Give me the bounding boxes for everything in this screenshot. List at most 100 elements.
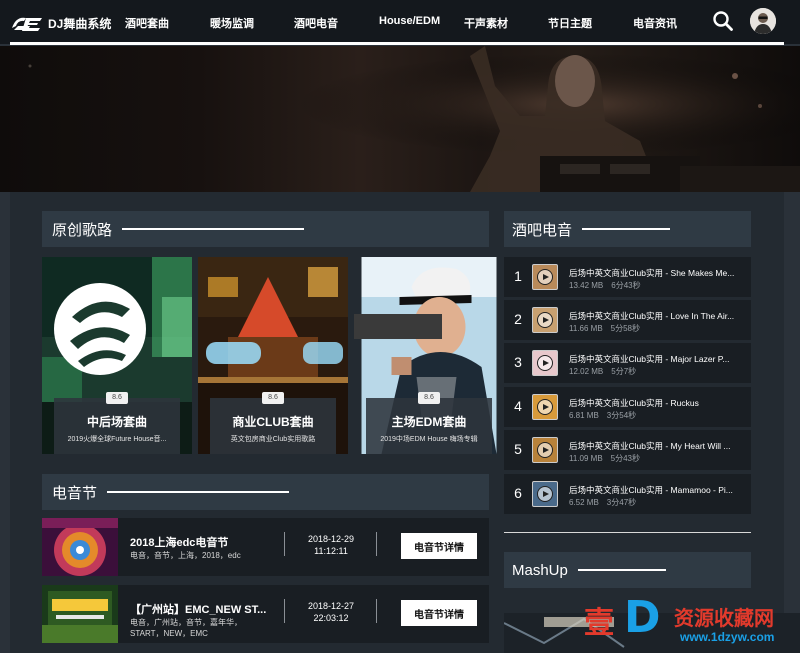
festival-thumbnail[interactable] — [42, 585, 118, 643]
festival-datetime: 2018-12-29 11:12:11 — [296, 533, 366, 557]
play-icon[interactable] — [537, 269, 553, 285]
track-meta: 11.09 MB 5分43秒 — [569, 453, 640, 464]
play-icon[interactable] — [537, 486, 553, 502]
track-cover — [532, 394, 558, 420]
festival-details-button[interactable]: 电音节详情 — [401, 600, 477, 626]
track-size: 13.42 MB — [569, 281, 604, 290]
track-meta: 6.52 MB 3分47秒 — [569, 497, 636, 508]
track-number: 4 — [514, 398, 522, 414]
track-cover — [532, 264, 558, 290]
card-original-1[interactable]: 8.6 中后场套曲 2019火爆全球Future House音... — [42, 257, 192, 454]
festival-time: 22:03:12 — [313, 613, 349, 623]
track-row[interactable]: 5 后场中英文商业Club实用 - My Heart Will ... 11.0… — [504, 430, 751, 470]
festival-time: 11:12:11 — [314, 546, 348, 556]
section-title-line — [582, 228, 671, 230]
logo-text: DJ舞曲系统 — [48, 16, 112, 31]
section-header-mashup: MashUp — [504, 552, 751, 588]
divider — [284, 599, 285, 623]
track-size: 6.52 MB — [569, 498, 599, 507]
card-score-badge: 8.6 — [262, 392, 284, 404]
track-title[interactable]: 后场中英文商业Club实用 - She Makes Me... — [569, 267, 745, 279]
track-row[interactable]: 6 后场中英文商业Club实用 - Mamamoo - Pi... 6.52 M… — [504, 474, 751, 514]
track-duration: 5分58秒 — [610, 324, 641, 333]
track-row[interactable]: 1 后场中英文商业Club实用 - She Makes Me... 13.42 … — [504, 257, 751, 297]
track-size: 11.66 MB — [569, 324, 603, 333]
track-meta: 13.42 MB 6分43秒 — [569, 280, 641, 291]
watermark-letter: D — [624, 592, 661, 643]
track-number: 5 — [514, 441, 522, 457]
card-title: 主场EDM套曲 — [391, 415, 467, 429]
festival-date: 2018-12-27 — [307, 601, 355, 611]
nav-item-bar-sets[interactable]: 酒吧套曲 — [125, 15, 169, 31]
track-duration: 3分47秒 — [606, 498, 637, 507]
track-cover — [532, 307, 558, 333]
track-row[interactable]: 4 后场中英文商业Club实用 - Ruckus 6.81 MB 3分54秒 — [504, 387, 751, 427]
track-row[interactable]: 3 后场中英文商业Club实用 - Major Lazer P... 12.02… — [504, 343, 751, 383]
card-title: 商业CLUB套曲 — [232, 415, 314, 429]
section-title-line — [577, 569, 666, 571]
track-meta: 12.02 MB 5分7秒 — [569, 366, 636, 377]
festival-row: 【广州站】EMC_NEW ST... 电音，广州站，音节，嘉年华，START，N… — [42, 585, 489, 643]
track-size: 12.02 MB — [569, 367, 604, 376]
card-description: 2019火爆全球Future House音... — [67, 436, 167, 443]
play-icon[interactable] — [537, 442, 553, 458]
track-title[interactable]: 后场中英文商业Club实用 - Ruckus — [569, 397, 745, 409]
festival-title[interactable]: 【广州站】EMC_NEW ST... — [130, 601, 266, 617]
play-icon[interactable] — [537, 312, 553, 328]
user-avatar[interactable] — [750, 8, 776, 34]
card-description: 2019中场EDM House 嗨场专辑 — [380, 436, 478, 443]
track-title[interactable]: 后场中英文商业Club实用 - Love In The Air... — [569, 310, 745, 322]
watermark-text: 资源收藏网 — [674, 608, 774, 630]
festival-thumbnail[interactable] — [42, 518, 118, 576]
watermark-brand: 壹 — [584, 606, 614, 641]
nav-item-holiday[interactable]: 节日主题 — [548, 15, 592, 31]
logo-mark-icon — [10, 12, 44, 34]
search-icon[interactable] — [712, 10, 734, 32]
play-icon[interactable] — [537, 355, 553, 371]
track-size: 11.09 MB — [569, 454, 603, 463]
play-icon[interactable] — [537, 399, 553, 415]
card-original-3[interactable]: 8.6 主场EDM套曲 2019中场EDM House 嗨场专辑 — [354, 257, 504, 454]
hero-banner — [0, 46, 800, 192]
nav-item-bar-edm[interactable]: 酒吧电音 — [294, 15, 338, 31]
festival-details-button[interactable]: 电音节详情 — [401, 533, 477, 559]
divider — [376, 599, 377, 623]
section-header-original: 原创歌路 — [42, 211, 489, 247]
section-title: MashUp — [512, 561, 568, 579]
track-duration: 5分43秒 — [610, 454, 641, 463]
track-number: 6 — [514, 485, 522, 501]
festival-date: 2018-12-29 — [307, 534, 355, 544]
watermark-logo: 壹 D 资源收藏网 www.1dzyw.com — [584, 592, 800, 653]
track-cover — [532, 437, 558, 463]
festival-tags: 电音，广州站，音节，嘉年华，START，NEW，EMC — [130, 618, 242, 638]
track-size: 6.81 MB — [569, 411, 599, 420]
track-title[interactable]: 后场中英文商业Club实用 - Major Lazer P... — [569, 353, 745, 365]
section-title: 电音节 — [52, 484, 98, 502]
card-info: 8.6 中后场套曲 2019火爆全球Future House音... — [54, 392, 180, 454]
track-number: 3 — [514, 354, 522, 370]
section-divider — [504, 532, 751, 533]
festival-tags: 电音，音节，上海，2018，edc — [130, 551, 241, 560]
top-navigation-bar: DJ舞曲系统 酒吧套曲 暖场监调 酒吧电音 House/EDM 干声素材 节日主… — [0, 0, 800, 45]
track-duration: 6分43秒 — [611, 281, 641, 290]
section-title-line — [107, 491, 290, 493]
track-title[interactable]: 后场中英文商业Club实用 - My Heart Will ... — [569, 440, 745, 452]
section-header-festival: 电音节 — [42, 474, 489, 510]
track-duration: 3分54秒 — [606, 411, 637, 420]
card-original-2[interactable]: 8.6 商业CLUB套曲 英文包房商业Club实用歌路 — [198, 257, 348, 454]
festival-title[interactable]: 2018上海edc电音节 — [130, 534, 228, 550]
track-row[interactable]: 2 后场中英文商业Club实用 - Love In The Air... 11.… — [504, 300, 751, 340]
nav-item-dry-vocals[interactable]: 干声素材 — [464, 15, 508, 31]
track-title[interactable]: 后场中英文商业Club实用 - Mamamoo - Pi... — [569, 484, 745, 496]
nav-item-house-edm[interactable]: House/EDM — [379, 15, 440, 27]
card-info: 8.6 主场EDM套曲 2019中场EDM House 嗨场专辑 — [366, 392, 492, 454]
watermark-url: www.1dzyw.com — [680, 630, 775, 644]
track-cover — [532, 350, 558, 376]
card-description: 英文包房商业Club实用歌路 — [230, 436, 316, 443]
nav-item-edm-news[interactable]: 电音资讯 — [633, 15, 677, 31]
track-meta: 6.81 MB 3分54秒 — [569, 410, 636, 421]
nav-item-warmup[interactable]: 暖场监调 — [210, 15, 254, 31]
festival-datetime: 2018-12-27 22:03:12 — [296, 600, 366, 624]
card-title: 中后场套曲 — [86, 415, 147, 429]
site-logo[interactable]: DJ舞曲系统 — [10, 10, 111, 36]
